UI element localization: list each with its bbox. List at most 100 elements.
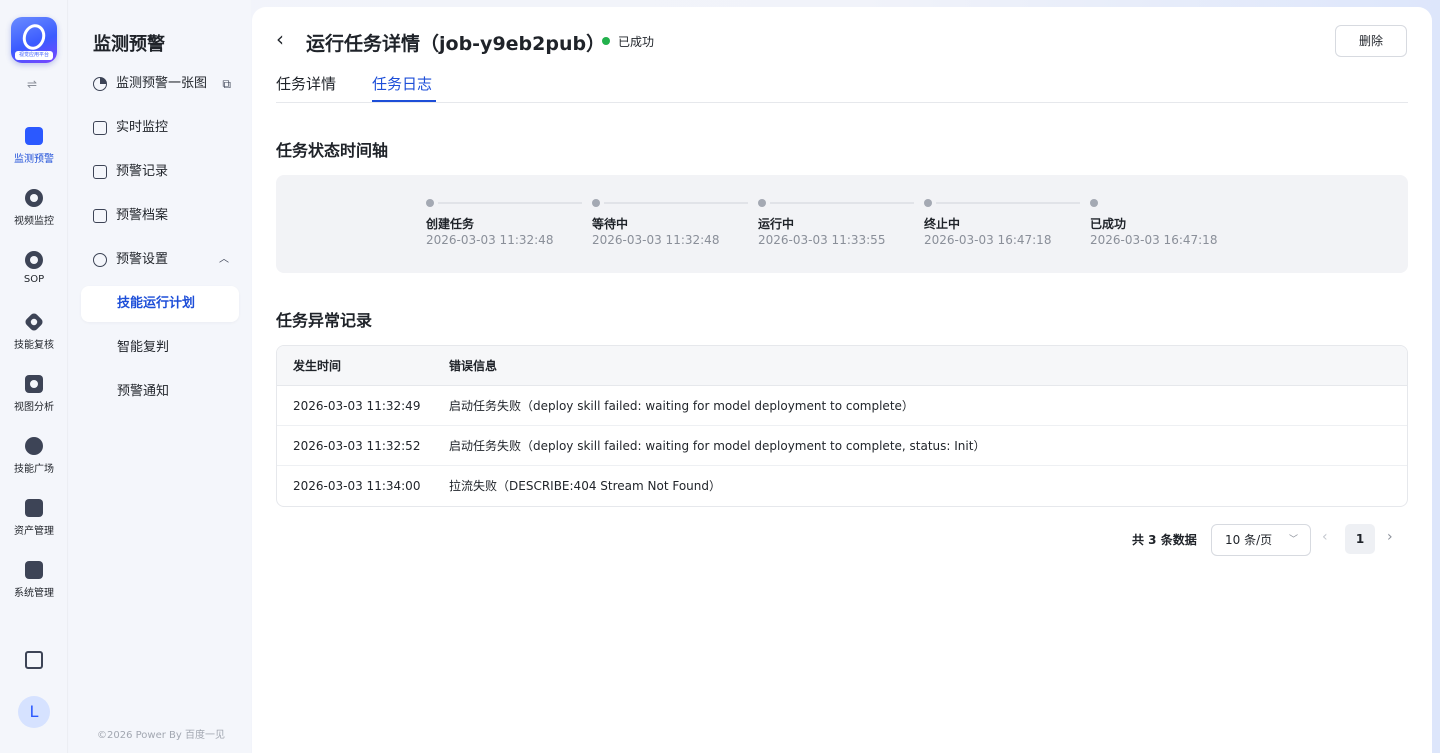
active-tab-indicator (372, 100, 436, 102)
page-number-button[interactable]: 1 (1345, 524, 1375, 554)
hexagon-check-icon (23, 311, 45, 333)
cell-message: 拉流失败（DESCRIBE:404 Stream Not Found） (449, 479, 721, 493)
rail-item-label: 技能复核 (14, 340, 54, 351)
sidebar-item-realtime[interactable]: 实时监控 (81, 110, 239, 146)
timeline-step-label: 运行中 (758, 217, 795, 231)
asset-icon (25, 499, 43, 517)
sidebar-subitem-smart-rejudge[interactable]: 智能复判 (81, 330, 239, 366)
external-link-icon[interactable]: ⧉ (222, 66, 231, 102)
monitor-chart-icon (93, 121, 107, 135)
status-badge: 已成功 (618, 35, 655, 49)
rail-item-monitor[interactable]: 监测预警 (0, 127, 68, 165)
cell-time: 2026-03-03 11:34:00 (293, 479, 421, 493)
timeline-dot-icon (1090, 199, 1098, 207)
page-size-value: 10 条/页 (1225, 533, 1273, 547)
copyright: ©2026 Power By 百度一见 (97, 730, 225, 741)
sidebar: 监测预警 监测预警一张图 ⧉ 实时监控 预警记录 预警档案 预警设置 ︿ 技能运… (69, 0, 251, 753)
sidebar-item-label: 预警记录 (116, 164, 169, 179)
rail-item-skill-review[interactable]: 技能复核 (0, 311, 68, 351)
timeline-connector (604, 202, 748, 204)
rail-item-label: 监测预警 (14, 154, 54, 165)
rail-item-video[interactable]: 视频监控 (0, 189, 68, 227)
main-panel: ‹ 运行任务详情（job-y9eb2pub） 已成功 删除 任务详情 任务日志 … (252, 7, 1432, 753)
rail-item-skill-market[interactable]: 技能广场 (0, 437, 68, 475)
page-size-select[interactable]: 10 条/页 ﹀ (1211, 524, 1311, 556)
table-header: 发生时间 错误信息 (277, 346, 1407, 386)
sidebar-item-label: 实时监控 (116, 120, 169, 135)
settings-panel-icon (25, 561, 43, 579)
timeline-step-label: 已成功 (1090, 217, 1127, 231)
camera-icon (25, 189, 43, 207)
timeline-connector (438, 202, 582, 204)
rail-item-label: 视频监控 (14, 216, 54, 227)
rail-item-label: 视图分析 (14, 402, 54, 413)
chevron-up-icon: ︿ (219, 254, 229, 265)
timeline-step-time: 2026-03-03 11:33:55 (758, 233, 886, 247)
back-arrow-icon[interactable]: ‹ (276, 27, 284, 51)
timeline-dot-icon (924, 199, 932, 207)
rail-item-label: SOP (23, 274, 45, 285)
avatar[interactable]: L (18, 696, 50, 728)
collapse-toggle-icon[interactable]: ⇌ (27, 77, 37, 91)
timeline-dot-icon (592, 199, 600, 207)
logo-ring-icon (19, 21, 49, 53)
table-row: 2026-03-03 11:32:52 启动任务失败（deploy skill … (277, 426, 1407, 466)
gear-icon (93, 253, 107, 267)
sidebar-item-label: 监测预警一张图 (116, 76, 208, 91)
table-row: 2026-03-03 11:34:00 拉流失败（DESCRIBE:404 St… (277, 466, 1407, 506)
table-row: 2026-03-03 11:32:49 启动任务失败（deploy skill … (277, 386, 1407, 426)
column-header-message: 错误信息 (449, 359, 498, 373)
sidebar-item-alert-settings[interactable]: 预警设置 ︿ (81, 242, 239, 278)
sidebar-subitem-alert-notify[interactable]: 预警通知 (81, 374, 239, 410)
cell-message: 启动任务失败（deploy skill failed: waiting for … (449, 439, 986, 453)
sidebar-item-label: 预警档案 (116, 208, 169, 223)
delete-button[interactable]: 删除 (1335, 25, 1407, 57)
image-search-icon (25, 375, 43, 393)
cell-message: 启动任务失败（deploy skill failed: waiting for … (449, 399, 914, 413)
rail-item-label: 技能广场 (14, 464, 54, 475)
prev-page-button[interactable]: ‹ (1322, 529, 1328, 545)
skill-circles-icon (25, 437, 43, 455)
rail-item-system[interactable]: 系统管理 (0, 561, 68, 599)
rail-item-label: 系统管理 (14, 588, 54, 599)
timeline-step-label: 终止中 (924, 217, 961, 231)
app-logo[interactable]: 视觉应用平台 (11, 17, 57, 63)
cell-time: 2026-03-03 11:32:52 (293, 439, 421, 453)
rail-item-label: 资产管理 (14, 526, 54, 537)
pagination-total: 共 3 条数据 (1132, 533, 1197, 547)
lightning-file-icon (93, 209, 107, 223)
line-chart-icon (25, 127, 43, 145)
timeline-dot-icon (426, 199, 434, 207)
task-schedule-icon[interactable] (25, 651, 43, 669)
rail-item-sop[interactable]: SOP (0, 251, 68, 285)
rail-item-view-analysis[interactable]: 视图分析 (0, 375, 68, 413)
tab-task-log[interactable]: 任务日志 (372, 73, 432, 94)
next-page-button[interactable]: › (1387, 529, 1393, 545)
app-rail: 视觉应用平台 ⇌ 监测预警 视频监控 SOP 技能复核 视图分析 技能广场 资产… (0, 0, 68, 753)
tab-bar: 任务详情 任务日志 (276, 71, 1408, 103)
page-title: 运行任务详情（job-y9eb2pub） (306, 33, 606, 55)
error-table: 发生时间 错误信息 2026-03-03 11:32:49 启动任务失败（dep… (276, 345, 1408, 507)
timeline-dot-icon (758, 199, 766, 207)
timeline-connector (770, 202, 914, 204)
timeline-step-label: 等待中 (592, 217, 629, 231)
sidebar-subitem-skill-run-plan[interactable]: 技能运行计划 (81, 286, 239, 322)
sidebar-item-label: 预警设置 (116, 252, 169, 267)
timeline-step-time: 2026-03-03 16:47:18 (924, 233, 1052, 247)
sidebar-item-alert-archive[interactable]: 预警档案 (81, 198, 239, 234)
timeline-connector (936, 202, 1080, 204)
rail-item-assets[interactable]: 资产管理 (0, 499, 68, 537)
sop-icon (25, 251, 43, 269)
timeline-step-time: 2026-03-03 11:32:48 (426, 233, 554, 247)
logo-caption: 视觉应用平台 (15, 51, 53, 60)
alarm-bell-icon (93, 165, 107, 179)
tab-task-details[interactable]: 任务详情 (276, 73, 336, 94)
timeline-step-time: 2026-03-03 16:47:18 (1090, 233, 1218, 247)
chevron-down-icon: ﹀ (1288, 535, 1298, 545)
sidebar-item-overview-map[interactable]: 监测预警一张图 ⧉ (81, 66, 239, 102)
timeline-step-time: 2026-03-03 11:32:48 (592, 233, 720, 247)
column-header-time: 发生时间 (293, 359, 342, 373)
cell-time: 2026-03-03 11:32:49 (293, 399, 421, 413)
timeline-step-label: 创建任务 (426, 217, 475, 231)
sidebar-item-alert-records[interactable]: 预警记录 (81, 154, 239, 190)
